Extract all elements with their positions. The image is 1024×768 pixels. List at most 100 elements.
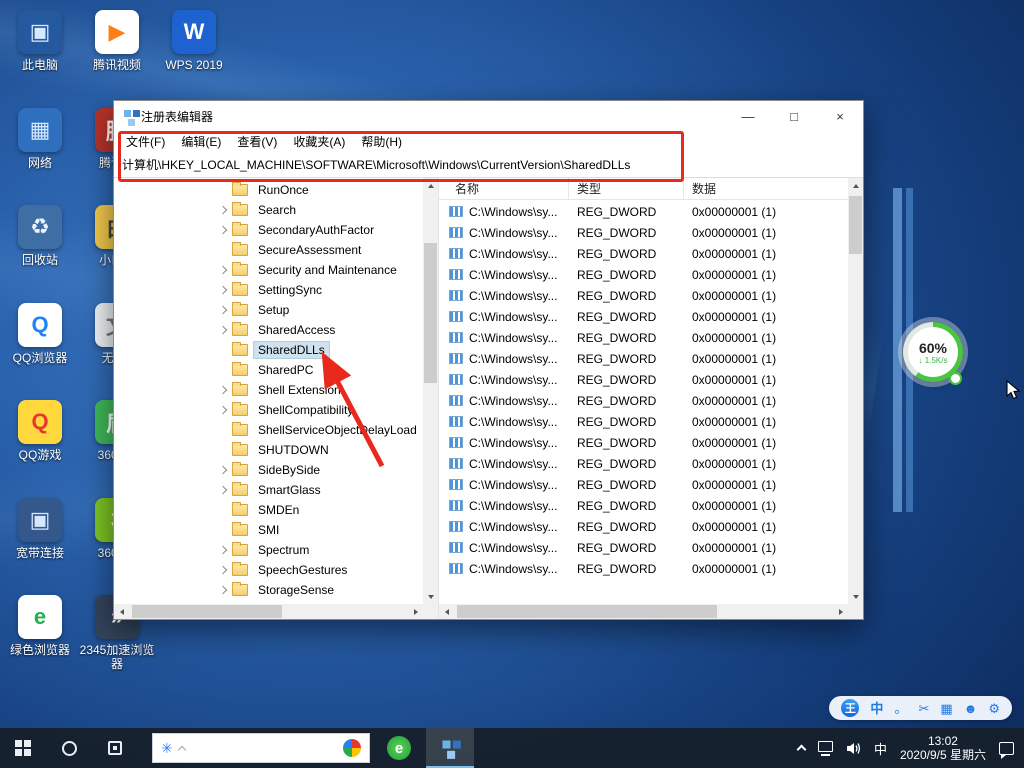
taskbar-clock[interactable]: 13:02 2020/9/5 星期六 <box>900 734 986 762</box>
menu-item[interactable]: 查看(V) <box>229 131 285 152</box>
tree-item-label[interactable]: StorageSense <box>254 582 338 598</box>
tree-item[interactable]: StorageSense <box>114 580 423 600</box>
tree-item-label[interactable]: SecureAssessment <box>254 242 365 258</box>
tree-item[interactable]: SettingSync <box>114 280 423 300</box>
tray-expand-chevron-icon[interactable] <box>796 745 806 755</box>
tree-item-label[interactable]: SmartGlass <box>254 482 325 498</box>
expand-chevron-icon[interactable] <box>218 327 230 333</box>
desktop-icon[interactable]: ▶ 腾讯视频 <box>79 10 155 72</box>
value-name-cell[interactable]: C:\Windows\sy... <box>439 436 569 450</box>
taskbar-search-box[interactable]: ✳ <box>152 733 370 763</box>
desktop-icon-image[interactable]: ▣ <box>18 498 62 542</box>
tree-item-label[interactable]: SpeechGestures <box>254 562 351 578</box>
value-name-cell[interactable]: C:\Windows\sy... <box>439 562 569 576</box>
value-name-cell[interactable]: C:\Windows\sy... <box>439 352 569 366</box>
desktop-icon-image[interactable]: ▣ <box>18 10 62 54</box>
tree-item[interactable]: SecureAssessment <box>114 240 423 260</box>
scroll-right-button[interactable] <box>408 604 423 619</box>
minimize-button[interactable]: — <box>725 101 771 131</box>
tree-item[interactable]: SMI <box>114 520 423 540</box>
expand-chevron-icon[interactable] <box>218 267 230 273</box>
menu-item[interactable]: 帮助(H) <box>353 131 410 152</box>
tree-item[interactable]: SharedAccess <box>114 320 423 340</box>
taskbar-app-regedit-active[interactable] <box>426 728 474 768</box>
expand-chevron-icon[interactable] <box>218 307 230 313</box>
tree-item[interactable]: ShellServiceObjectDelayLoad <box>114 420 423 440</box>
registry-value-row[interactable]: C:\Windows\sy... REG_DWORD 0x00000001 (1… <box>439 264 848 285</box>
expand-chevron-icon[interactable] <box>218 567 230 573</box>
desktop-icon[interactable]: ▣ 此电脑 <box>2 10 78 72</box>
tree-item[interactable]: ShellCompatibility <box>114 400 423 420</box>
task-view-button[interactable] <box>92 728 138 768</box>
menu-item[interactable]: 收藏夹(A) <box>285 131 353 152</box>
tree-item-label[interactable]: SharedPC <box>254 362 317 378</box>
tree-item-label[interactable]: Shell Extension <box>254 382 345 398</box>
desktop-icon[interactable]: Q QQ浏览器 <box>2 303 78 365</box>
value-name-cell[interactable]: C:\Windows\sy... <box>439 205 569 219</box>
desktop-icon-image[interactable]: ▦ <box>18 108 62 152</box>
address-bar[interactable]: 计算机\HKEY_LOCAL_MACHINE\SOFTWARE\Microsof… <box>114 152 863 178</box>
settings-icon[interactable]: ⚙ <box>988 702 1000 715</box>
registry-value-row[interactable]: C:\Windows\sy... REG_DWORD 0x00000001 (1… <box>439 201 848 222</box>
tree-item-label[interactable]: SHUTDOWN <box>254 442 333 458</box>
value-name-cell[interactable]: C:\Windows\sy... <box>439 373 569 387</box>
start-button[interactable] <box>0 728 46 768</box>
cortana-button[interactable] <box>46 728 92 768</box>
registry-value-row[interactable]: C:\Windows\sy... REG_DWORD 0x00000001 (1… <box>439 558 848 579</box>
tree-vertical-scrollbar[interactable] <box>423 178 438 604</box>
scrollbar-thumb[interactable] <box>849 196 862 254</box>
value-name-cell[interactable]: C:\Windows\sy... <box>439 310 569 324</box>
tree-item-label[interactable]: ShellCompatibility <box>254 402 357 418</box>
scrollbar-thumb[interactable] <box>132 605 282 618</box>
tree-item-label[interactable]: SecondaryAuthFactor <box>254 222 378 238</box>
desktop-icon[interactable]: Q QQ游戏 <box>2 400 78 462</box>
tree-item[interactable]: Search <box>114 200 423 220</box>
tree-item[interactable]: Setup <box>114 300 423 320</box>
tree-item-label[interactable]: Spectrum <box>254 542 313 558</box>
expand-chevron-icon[interactable] <box>218 227 230 233</box>
tree-item-label[interactable]: SharedAccess <box>254 322 339 338</box>
desktop-icon-image[interactable]: Q <box>18 303 62 347</box>
registry-value-row[interactable]: C:\Windows\sy... REG_DWORD 0x00000001 (1… <box>439 495 848 516</box>
tree-item[interactable]: SMDEn <box>114 500 423 520</box>
ime-logo-icon[interactable]: 王 <box>841 699 859 717</box>
registry-value-row[interactable]: C:\Windows\sy... REG_DWORD 0x00000001 (1… <box>439 390 848 411</box>
value-name-cell[interactable]: C:\Windows\sy... <box>439 226 569 240</box>
desktop-icon[interactable]: ▣ 宽带连接 <box>2 498 78 560</box>
tree-item[interactable]: Security and Maintenance <box>114 260 423 280</box>
tree-item[interactable]: SideBySide <box>114 460 423 480</box>
desktop-icon-image[interactable]: W <box>172 10 216 54</box>
registry-value-row[interactable]: C:\Windows\sy... REG_DWORD 0x00000001 (1… <box>439 453 848 474</box>
column-header-data[interactable]: 数据 <box>684 180 848 197</box>
registry-value-row[interactable]: C:\Windows\sy... REG_DWORD 0x00000001 (1… <box>439 411 848 432</box>
scroll-left-button[interactable] <box>114 604 129 619</box>
column-header-type[interactable]: 类型 <box>569 178 684 199</box>
scissors-icon[interactable]: ✂ <box>918 702 929 715</box>
tree-item-label[interactable]: Search <box>254 202 300 218</box>
tree-item[interactable]: SecondaryAuthFactor <box>114 220 423 240</box>
scroll-right-button[interactable] <box>833 604 848 619</box>
search-engine-icon[interactable] <box>343 739 361 757</box>
taskbar-app-green-browser[interactable]: e <box>376 728 422 768</box>
value-name-cell[interactable]: C:\Windows\sy... <box>439 415 569 429</box>
volume-icon[interactable] <box>846 742 861 755</box>
tree-item[interactable]: SharedDLLs <box>114 340 423 360</box>
tree-item-label[interactable]: SMDEn <box>254 502 303 518</box>
expand-chevron-icon[interactable] <box>218 407 230 413</box>
expand-chevron-icon[interactable] <box>218 387 230 393</box>
list-horizontal-scrollbar[interactable] <box>439 604 848 619</box>
speed-badge-handle[interactable] <box>949 372 962 385</box>
tree-item[interactable]: SharedPC <box>114 360 423 380</box>
scroll-up-button[interactable] <box>848 178 863 193</box>
titlebar[interactable]: 注册表编辑器 — □ × <box>114 101 863 131</box>
desktop-icon-image[interactable]: e <box>18 595 62 639</box>
expand-chevron-icon[interactable] <box>218 467 230 473</box>
list-vertical-scrollbar[interactable] <box>848 178 863 604</box>
registry-value-row[interactable]: C:\Windows\sy... REG_DWORD 0x00000001 (1… <box>439 327 848 348</box>
value-name-cell[interactable]: C:\Windows\sy... <box>439 268 569 282</box>
value-name-cell[interactable]: C:\Windows\sy... <box>439 289 569 303</box>
maximize-button[interactable]: □ <box>771 101 817 131</box>
tree-item-label[interactable]: Security and Maintenance <box>254 262 401 278</box>
value-name-cell[interactable]: C:\Windows\sy... <box>439 331 569 345</box>
expand-chevron-icon[interactable] <box>218 587 230 593</box>
